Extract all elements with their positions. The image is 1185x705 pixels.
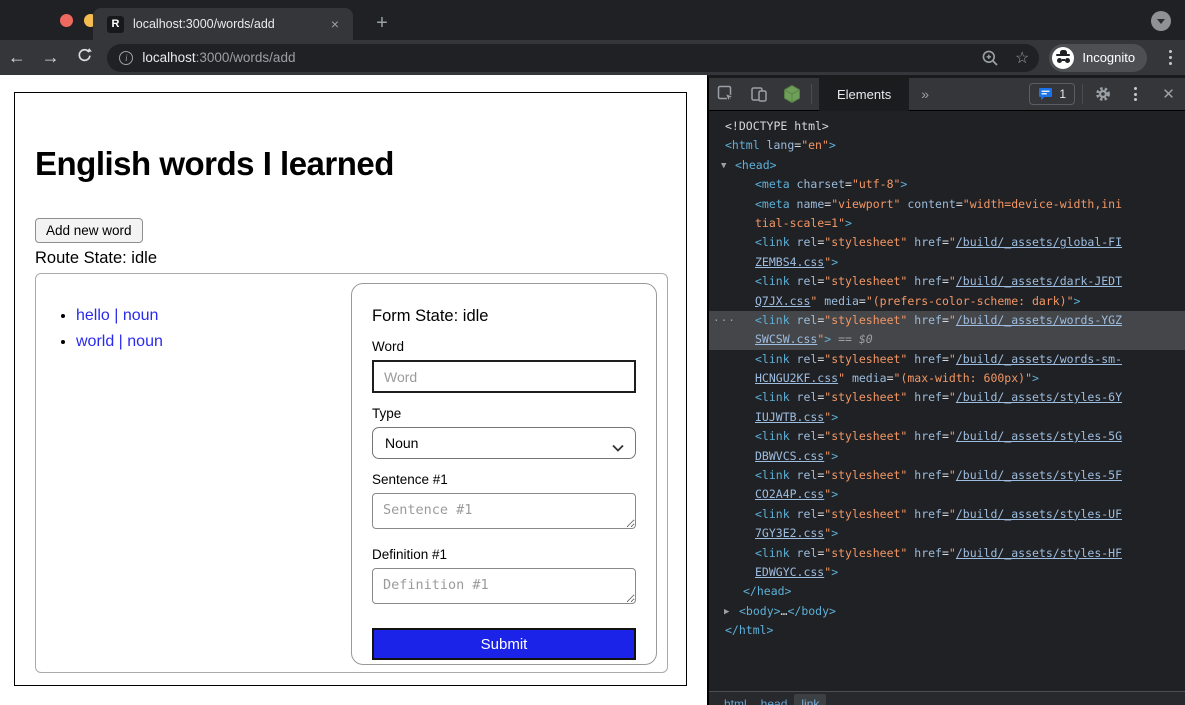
tab-title: localhost:3000/words/add <box>133 17 327 31</box>
code-line[interactable]: <link rel="stylesheet" href="/build/_ass… <box>709 350 1185 369</box>
definition-label: Definition #1 <box>372 547 636 562</box>
reload-button[interactable] <box>68 47 102 69</box>
code-line[interactable]: SWCSW.css"> == $0 <box>709 330 1185 349</box>
sentence-label: Sentence #1 <box>372 472 636 487</box>
incognito-icon <box>1052 47 1074 69</box>
code-line[interactable]: <link rel="stylesheet" href="/build/_ass… <box>709 233 1185 252</box>
web-page: English words I learned Add new word Rou… <box>0 75 707 705</box>
code-line[interactable]: <meta name="viewport" content="width=dev… <box>709 195 1185 214</box>
tab-close-icon[interactable]: × <box>327 16 343 32</box>
code-line[interactable]: DBWVCS.css"> <box>709 447 1185 466</box>
code-line[interactable]: </head> <box>709 582 1185 601</box>
code-line[interactable]: CO2A4P.css"> <box>709 485 1185 504</box>
code-line[interactable]: <link rel="stylesheet" href="/build/_ass… <box>709 505 1185 524</box>
issues-button[interactable]: 1 <box>1029 83 1075 105</box>
code-line[interactable]: Q7JX.css" media="(prefers-color-scheme: … <box>709 292 1185 311</box>
browser-tab[interactable]: R localhost:3000/words/add × <box>93 8 353 40</box>
devtools-close-button[interactable]: ✕ <box>1152 85 1185 103</box>
issues-bubble-icon <box>1038 87 1053 101</box>
device-toolbar-button[interactable] <box>742 85 775 103</box>
remix-favicon-icon: R <box>107 16 124 33</box>
code-line[interactable]: ···<link rel="stylesheet" href="/build/_… <box>709 311 1185 330</box>
kebab-menu-icon <box>1127 87 1145 101</box>
definition-textarea[interactable] <box>372 568 636 604</box>
devtools-panel: Elements » 1 <box>707 75 1185 705</box>
inspect-icon <box>717 85 735 103</box>
code-line[interactable]: ZEMBS4.css"> <box>709 253 1185 272</box>
browser-menu-button[interactable] <box>1161 50 1179 64</box>
reload-icon <box>76 47 93 64</box>
device-icon <box>750 85 768 103</box>
browser-window: R localhost:3000/words/add × + ← → i loc… <box>0 0 1185 705</box>
back-button[interactable]: ← <box>0 47 34 68</box>
code-line[interactable]: <meta charset="utf-8"> <box>709 175 1185 194</box>
elements-tree: <!DOCTYPE html><html lang="en">▼<head><m… <box>709 111 1185 691</box>
close-window-button[interactable] <box>60 14 73 27</box>
page-title: English words I learned <box>35 145 666 183</box>
word-link[interactable]: hello | noun <box>76 307 158 324</box>
tab-search-chevron-icon[interactable] <box>1151 11 1171 31</box>
more-tabs-button[interactable]: » <box>909 86 941 102</box>
words-panel: hello | noun world | noun Form State: idl… <box>35 273 668 673</box>
code-line[interactable]: EDWGYC.css"> <box>709 563 1185 582</box>
code-line[interactable]: ▼<head> <box>709 156 1185 175</box>
new-tab-button[interactable]: + <box>368 10 396 36</box>
address-bar[interactable]: i localhost:3000/words/add ☆ <box>107 44 1039 72</box>
inspect-element-button[interactable] <box>709 85 742 103</box>
devtools-toolbar: Elements » 1 <box>709 78 1185 111</box>
route-state-text: Route State: idle <box>35 249 666 268</box>
site-info-icon[interactable]: i <box>119 51 133 65</box>
node-hexagon-icon <box>782 84 802 104</box>
code-line[interactable]: 7GY3E2.css"> <box>709 524 1185 543</box>
node-actions-icon[interactable]: ··· <box>713 311 736 330</box>
breadcrumb: htmlheadlink <box>709 691 1185 705</box>
code-line[interactable]: <html lang="en"> <box>709 136 1185 155</box>
sentence-textarea[interactable] <box>372 493 636 529</box>
code-line[interactable]: ▶<body>…</body> <box>709 602 1185 621</box>
expand-arrow-icon[interactable]: ▼ <box>721 157 726 175</box>
bookmark-star-icon[interactable]: ☆ <box>1015 48 1029 68</box>
zoom-icon[interactable] <box>981 49 999 67</box>
breadcrumb-item[interactable]: html <box>717 694 754 705</box>
code-line[interactable]: <link rel="stylesheet" href="/build/_ass… <box>709 388 1185 407</box>
breadcrumb-item[interactable]: link <box>794 694 826 705</box>
browser-toolbar: ← → i localhost:3000/words/add ☆ <box>0 40 1185 75</box>
app-container: English words I learned Add new word Rou… <box>14 92 687 686</box>
submit-button[interactable]: Submit <box>372 628 636 660</box>
add-new-word-button[interactable]: Add new word <box>35 218 143 243</box>
devtools-settings-button[interactable] <box>1086 85 1119 103</box>
gear-icon <box>1094 85 1112 103</box>
tab-elements[interactable]: Elements <box>819 78 909 111</box>
devtools-menu-button[interactable] <box>1119 87 1152 101</box>
code-line[interactable]: HCNGU2KF.css" media="(max-width: 600px)"… <box>709 369 1185 388</box>
content-area: English words I learned Add new word Rou… <box>0 75 1185 705</box>
type-select[interactable]: Noun <box>372 427 636 459</box>
code-line[interactable]: <!DOCTYPE html> <box>709 117 1185 136</box>
incognito-badge: Incognito <box>1049 44 1147 72</box>
breadcrumb-item[interactable]: head <box>754 694 795 705</box>
code-line[interactable]: </html> <box>709 621 1185 640</box>
node-extension-button[interactable] <box>775 84 808 104</box>
code-line[interactable]: IUJWTB.css"> <box>709 408 1185 427</box>
code-line[interactable]: tial-scale=1"> <box>709 214 1185 233</box>
issues-count: 1 <box>1059 87 1066 101</box>
word-label: Word <box>372 339 636 354</box>
code-line[interactable]: <link rel="stylesheet" href="/build/_ass… <box>709 544 1185 563</box>
url-text[interactable]: localhost:3000/words/add <box>142 50 981 65</box>
code-line[interactable]: <link rel="stylesheet" href="/build/_ass… <box>709 427 1185 446</box>
code-line[interactable]: <link rel="stylesheet" href="/build/_ass… <box>709 272 1185 291</box>
word-input[interactable] <box>372 360 636 393</box>
forward-button[interactable]: → <box>34 47 68 68</box>
incognito-label: Incognito <box>1082 50 1135 65</box>
add-word-form: Form State: idle Word Type Noun <box>351 283 657 665</box>
titlebar: R localhost:3000/words/add × + <box>0 0 1185 40</box>
form-state-text: Form State: idle <box>372 307 636 326</box>
type-label: Type <box>372 406 636 421</box>
expand-arrow-icon[interactable]: ▶ <box>724 603 729 621</box>
word-link[interactable]: world | noun <box>76 333 163 350</box>
code-line[interactable]: <link rel="stylesheet" href="/build/_ass… <box>709 466 1185 485</box>
